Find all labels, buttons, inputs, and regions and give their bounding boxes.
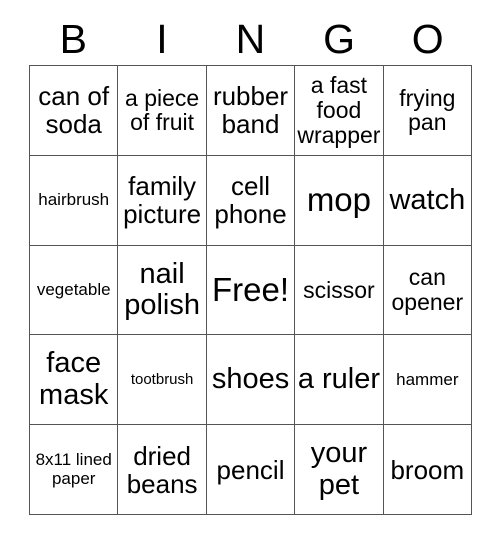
bingo-cell-label: hairbrush xyxy=(38,190,110,210)
bingo-cell-label: a fast food wrapper xyxy=(297,72,381,148)
bingo-cell-label: vegetable xyxy=(36,279,111,299)
bingo-cell[interactable]: hammer xyxy=(383,335,473,426)
bingo-cell-label: dried beans xyxy=(126,440,198,499)
bingo-row: hairbrush family picture cell phone mop … xyxy=(30,155,473,246)
bingo-cell-free[interactable]: Free! xyxy=(206,245,296,336)
bingo-cell-label: 8x11 lined paper xyxy=(35,450,112,488)
bingo-cell-label: broom xyxy=(390,454,465,485)
bingo-row: face mask tootbrush shoes a ruler hammer xyxy=(30,335,473,426)
bingo-cell[interactable]: nail polish xyxy=(118,245,207,336)
bingo-header-row: B I N G O xyxy=(29,14,472,65)
bingo-cell[interactable]: frying pan xyxy=(383,66,473,156)
bingo-cell-label: can opener xyxy=(391,264,464,315)
bingo-cell-label: family picture xyxy=(123,171,202,230)
bingo-cell[interactable]: watch xyxy=(383,155,473,246)
bingo-cell[interactable]: hairbrush xyxy=(30,155,119,246)
bingo-cell-label: shoes xyxy=(211,363,290,396)
bingo-cell-label: frying pan xyxy=(399,84,456,136)
bingo-cell-label: scissor xyxy=(303,276,375,303)
bingo-cell[interactable]: cell phone xyxy=(206,155,296,246)
bingo-cell[interactable]: face mask xyxy=(30,335,119,426)
bingo-cell[interactable]: a fast food wrapper xyxy=(295,66,384,156)
bingo-cell[interactable]: can opener xyxy=(383,245,473,336)
bingo-cell[interactable]: can of soda xyxy=(30,66,119,156)
bingo-header-letter-g: G xyxy=(295,14,384,65)
bingo-cell-label: nail polish xyxy=(124,257,200,321)
bingo-header-letter-n: N xyxy=(206,14,295,65)
bingo-cell-label: can of soda xyxy=(38,81,110,140)
bingo-cell[interactable]: tootbrush xyxy=(118,335,207,426)
header-letter-text: B xyxy=(59,16,87,62)
bingo-header-letter-b: B xyxy=(29,14,118,65)
bingo-cell-label: a piece of fruit xyxy=(125,84,200,136)
bingo-cell-label: your pet xyxy=(310,437,368,501)
header-letter-text: G xyxy=(323,16,356,62)
bingo-cell-label: rubber band xyxy=(212,81,289,140)
bingo-cell[interactable]: vegetable xyxy=(30,245,119,336)
bingo-cell[interactable]: broom xyxy=(383,425,473,515)
bingo-cell-label: Free! xyxy=(212,271,290,309)
header-letter-text: N xyxy=(235,16,266,62)
bingo-cell-label: cell phone xyxy=(214,171,287,230)
bingo-cell-label: pencil xyxy=(216,454,285,485)
bingo-cell-label: hammer xyxy=(396,369,459,389)
bingo-header-letter-i: I xyxy=(118,14,207,65)
header-letter-text: O xyxy=(411,16,444,62)
bingo-cell[interactable]: scissor xyxy=(295,245,384,336)
bingo-cell[interactable]: dried beans xyxy=(118,425,207,515)
bingo-cell[interactable]: your pet xyxy=(295,425,384,515)
bingo-cell-label: face mask xyxy=(39,347,109,411)
bingo-cell[interactable]: mop xyxy=(295,155,384,246)
bingo-cell[interactable]: a ruler xyxy=(295,335,384,426)
bingo-grid: can of soda a piece of fruit rubber band… xyxy=(29,65,473,515)
bingo-cell-label: mop xyxy=(306,181,372,219)
bingo-cell[interactable]: 8x11 lined paper xyxy=(30,425,119,515)
bingo-cell[interactable]: shoes xyxy=(206,335,296,426)
bingo-cell[interactable]: a piece of fruit xyxy=(118,66,207,156)
header-letter-text: I xyxy=(156,16,168,62)
bingo-cell[interactable]: pencil xyxy=(206,425,296,515)
bingo-header-letter-o: O xyxy=(383,14,472,65)
bingo-row: 8x11 lined paper dried beans pencil your… xyxy=(30,425,473,515)
bingo-card: B I N G O can of soda a piece of fruit r… xyxy=(0,0,500,544)
bingo-cell-label: tootbrush xyxy=(130,370,194,388)
bingo-cell-label: a ruler xyxy=(297,363,381,396)
bingo-row: can of soda a piece of fruit rubber band… xyxy=(30,66,473,156)
bingo-cell[interactable]: rubber band xyxy=(206,66,296,156)
bingo-row: vegetable nail polish Free! scissor can … xyxy=(30,245,473,336)
bingo-cell-label: watch xyxy=(389,183,466,216)
bingo-cell[interactable]: family picture xyxy=(118,155,207,246)
